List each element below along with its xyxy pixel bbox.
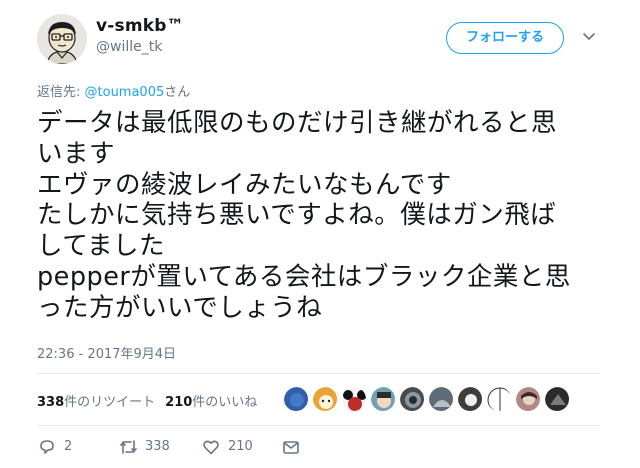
liker-avatar-icon bbox=[371, 387, 395, 411]
liker-avatar[interactable] bbox=[515, 386, 541, 412]
user-avatar[interactable] bbox=[37, 14, 87, 64]
likes-stat[interactable]: 210件のいいね bbox=[165, 395, 257, 410]
mail-icon bbox=[283, 441, 299, 454]
liker-avatar-icon bbox=[487, 387, 511, 411]
liker-avatar[interactable] bbox=[283, 386, 309, 412]
liker-avatar-icon bbox=[284, 387, 308, 411]
tweet-actions: 2 338 210 bbox=[37, 437, 337, 457]
liker-avatar-icon bbox=[545, 387, 569, 411]
reply-icon bbox=[40, 440, 54, 454]
liker-avatar[interactable] bbox=[341, 386, 367, 412]
tweet-timestamp[interactable]: 22:36 - 2017年9月4日 bbox=[37, 343, 176, 362]
display-name[interactable]: v-smkb™ bbox=[96, 16, 184, 36]
reply-prefix: 返信先: bbox=[37, 85, 85, 100]
like-count: 210 bbox=[228, 439, 253, 454]
liker-avatar-icon bbox=[342, 387, 366, 411]
liker-avatar[interactable] bbox=[312, 386, 338, 412]
retweet-count: 338 bbox=[145, 439, 170, 454]
tweet-line: った方がいいでしょうね bbox=[37, 292, 323, 323]
likes-label: 件のいいね bbox=[192, 395, 258, 410]
reply-suffix: さん bbox=[164, 85, 191, 100]
retweets-count: 338 bbox=[37, 395, 65, 410]
tweet-line: たしかに気持ち悪いですよね。僕はガン飛ば bbox=[37, 200, 557, 231]
tweet-line: データは最低限のものだけ引き継がれると思 bbox=[37, 108, 558, 138]
liker-avatar-icon bbox=[458, 387, 482, 411]
reply-mention-link[interactable]: @touma005 bbox=[85, 85, 165, 100]
liker-avatar[interactable] bbox=[370, 386, 396, 412]
liker-avatar[interactable] bbox=[457, 386, 483, 412]
reply-context: 返信先: @touma005さん bbox=[37, 81, 190, 100]
retweets-label: 件のリツイート bbox=[64, 395, 156, 410]
liker-avatar-icon bbox=[516, 387, 540, 411]
chevron-down-icon[interactable] bbox=[582, 29, 596, 43]
username[interactable]: @wille_tk bbox=[96, 39, 162, 55]
tweet-line: pepperが置いてある会社はブラック企業と思 bbox=[37, 261, 571, 292]
liker-avatar[interactable] bbox=[399, 386, 425, 412]
follow-button[interactable]: フォローする bbox=[446, 22, 564, 54]
retweet-icon bbox=[120, 440, 137, 454]
tweet-stats: 338件のリツイート 210件のいいね bbox=[37, 391, 257, 410]
retweets-stat[interactable]: 338件のリツイート bbox=[37, 395, 155, 410]
liker-avatar-icon bbox=[429, 387, 453, 411]
likes-count: 210 bbox=[165, 395, 193, 410]
avatar-icon bbox=[37, 14, 87, 64]
liker-avatar[interactable] bbox=[486, 386, 512, 412]
liker-avatar-icon bbox=[400, 387, 424, 411]
heart-icon bbox=[203, 440, 219, 455]
divider bbox=[37, 373, 600, 374]
tweet-text: データは最低限のものだけ引き継がれると思 います エヴァの綾波レイみたいなもんで… bbox=[37, 108, 607, 324]
reply-count: 2 bbox=[64, 439, 73, 454]
divider bbox=[37, 425, 600, 426]
liker-avatar-icon bbox=[313, 387, 337, 411]
tweet-line: エヴァの綾波レイみたいなもんです bbox=[37, 169, 452, 200]
tweet-line: います bbox=[37, 138, 116, 169]
liker-avatar[interactable] bbox=[544, 386, 570, 412]
tweet-line: してました bbox=[37, 231, 165, 262]
liker-avatar[interactable] bbox=[428, 386, 454, 412]
